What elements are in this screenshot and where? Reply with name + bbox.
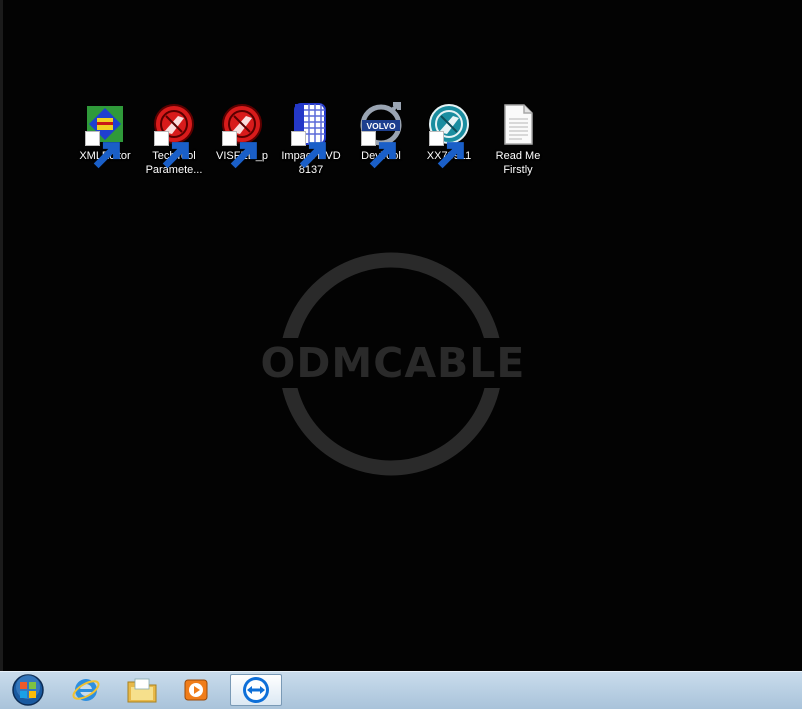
xml-editor-icon [83,102,127,169]
teamviewer-icon [243,677,269,703]
taskbar-media-player[interactable] [172,674,220,706]
desktop-icon-impact-dvd[interactable]: Impact DVD 8137 [279,102,343,177]
desktop-icon-read-me-firstly[interactable]: Read Me Firstly [486,102,550,177]
taskbar-teamviewer[interactable] [230,674,282,706]
techtool-icon [152,102,196,169]
taskbar-file-explorer[interactable] [118,674,166,706]
desktop[interactable]: ODMCABLE XMLEditor TechTool Paramete... … [3,0,802,671]
start-button[interactable] [4,674,52,706]
techtool-icon [220,102,264,169]
windows-orb-icon [12,674,44,706]
desktop-icon-devtool[interactable]: VOLVO DevTool [349,102,413,169]
techtool-teal-icon [427,102,471,169]
shortcut-arrow-icon [291,131,326,169]
desktop-icon-visfed[interactable]: VISFED_p [210,102,274,169]
shortcut-arrow-icon [85,131,120,169]
icon-label: Read Me Firstly [495,150,541,176]
volvo-icon: VOLVO [359,102,403,169]
desktop-icon-xx78911[interactable]: XX78911 [417,102,481,169]
odmcable-watermark: ODMCABLE [248,250,538,478]
taskbar-internet-explorer[interactable] [62,674,110,706]
media-player-icon [184,679,208,701]
desktop-icon-xmleditor[interactable]: XMLEditor [73,102,137,169]
volvo-text: VOLVO [366,121,396,131]
shortcut-arrow-icon [154,131,189,169]
desktop-icon-techtool[interactable]: TechTool Paramete... [142,102,206,177]
shortcut-arrow-icon [361,131,396,169]
internet-explorer-icon [72,679,100,701]
impact-icon [289,102,333,169]
text-document-icon [496,102,540,146]
shortcut-arrow-icon [429,131,464,169]
folder-icon [127,678,157,703]
taskbar [0,671,802,709]
watermark-text: ODMCABLE [248,338,538,388]
shortcut-arrow-icon [222,131,257,169]
